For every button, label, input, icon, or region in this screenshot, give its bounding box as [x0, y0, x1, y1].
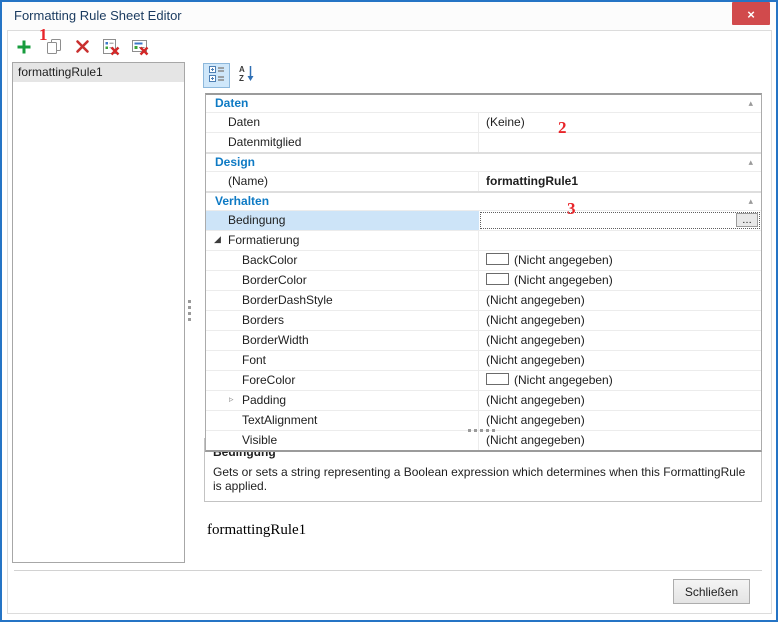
rules-toolbar — [12, 36, 152, 60]
category-design[interactable]: Design ▴ — [206, 152, 761, 171]
row-name[interactable]: (Name) formattingRule1 — [206, 171, 761, 191]
value-backcolor[interactable]: (Nicht angegeben) — [479, 251, 761, 270]
row-textalignment[interactable]: TextAlignment (Nicht angegeben) — [206, 410, 761, 430]
window-close-button[interactable]: × — [732, 2, 770, 25]
row-backcolor[interactable]: BackColor (Nicht angegeben) — [206, 250, 761, 270]
row-daten[interactable]: Daten (Keine) — [206, 112, 761, 132]
expanded-icon[interactable]: ◢ — [214, 231, 221, 249]
row-datenmitglied[interactable]: Datenmitglied — [206, 132, 761, 152]
value-font[interactable]: (Nicht angegeben) — [479, 351, 761, 370]
row-borders[interactable]: Borders (Nicht angegeben) — [206, 310, 761, 330]
az-sort-icon: A Z — [239, 65, 255, 86]
collapse-icon[interactable]: ▴ — [748, 96, 753, 113]
color-swatch — [486, 273, 509, 285]
bedingung-editor[interactable]: … — [479, 211, 761, 230]
annotation-3: 3 — [567, 200, 576, 217]
delete-rule-from-sheet-button[interactable] — [99, 36, 123, 60]
categorized-view-button[interactable] — [203, 63, 230, 88]
dialog-title: Formatting Rule Sheet Editor — [14, 8, 182, 23]
row-padding[interactable]: ▹ Padding (Nicht angegeben) — [206, 390, 761, 410]
category-title: Verhalten — [206, 194, 269, 208]
property-grid: Daten ▴ Daten (Keine) Datenmitglied Desi… — [205, 93, 762, 452]
row-forecolor[interactable]: ForeColor (Nicht angegeben) — [206, 370, 761, 390]
vertical-splitter[interactable] — [188, 300, 192, 321]
rules-list: formattingRule1 — [12, 62, 185, 563]
property-grid-toolbar: A Z — [203, 63, 260, 88]
value-borderdashstyle[interactable]: (Nicht angegeben) — [479, 291, 761, 310]
bedingung-ellipsis-button[interactable]: … — [736, 213, 758, 227]
row-font[interactable]: Font (Nicht angegeben) — [206, 350, 761, 370]
color-swatch — [486, 253, 509, 265]
title-bar: Formatting Rule Sheet Editor — [2, 2, 776, 30]
row-borderwidth[interactable]: BorderWidth (Nicht angegeben) — [206, 330, 761, 350]
color-swatch — [486, 373, 509, 385]
svg-text:Z: Z — [239, 74, 244, 83]
row-visible[interactable]: Visible (Nicht angegeben) — [206, 430, 761, 450]
row-borderdashstyle[interactable]: BorderDashStyle (Nicht angegeben) — [206, 290, 761, 310]
row-formatierung[interactable]: ◢ Formatierung — [206, 230, 761, 250]
rule-list-item[interactable]: formattingRule1 — [13, 63, 184, 82]
formatting-rule-sheet-editor-dialog: Formatting Rule Sheet Editor × — [0, 0, 778, 622]
annotation-1: 1 — [39, 26, 48, 43]
value-visible[interactable]: (Nicht angegeben) — [479, 431, 761, 450]
collapse-icon[interactable]: ▴ — [748, 155, 753, 172]
value-borders[interactable]: (Nicht angegeben) — [479, 311, 761, 330]
collapsed-icon[interactable]: ▹ — [229, 391, 234, 409]
category-daten[interactable]: Daten ▴ — [206, 95, 761, 112]
row-bedingung[interactable]: Bedingung … — [206, 210, 761, 230]
description-text: Gets or sets a string representing a Boo… — [205, 459, 761, 493]
row-bordercolor[interactable]: BorderColor (Nicht angegeben) — [206, 270, 761, 290]
value-forecolor[interactable]: (Nicht angegeben) — [479, 371, 761, 390]
schliessen-button[interactable]: Schließen — [673, 579, 750, 604]
annotation-2: 2 — [558, 119, 567, 136]
svg-text:A: A — [239, 65, 245, 74]
alphabetical-sort-button[interactable]: A Z — [233, 63, 260, 88]
list-delete-icon — [102, 38, 120, 59]
category-title: Daten — [206, 96, 248, 110]
plus-icon — [15, 38, 33, 59]
category-verhalten[interactable]: Verhalten ▴ — [206, 191, 761, 210]
delete-rule-button[interactable] — [70, 36, 94, 60]
red-x-icon — [74, 38, 91, 58]
value-textalignment[interactable]: (Nicht angegeben) — [479, 411, 761, 430]
value-bordercolor[interactable]: (Nicht angegeben) — [479, 271, 761, 290]
value-borderwidth[interactable]: (Nicht angegeben) — [479, 331, 761, 350]
value-padding[interactable]: (Nicht angegeben) — [479, 391, 761, 410]
add-rule-button[interactable] — [12, 36, 36, 60]
value-datenmitglied[interactable] — [479, 133, 761, 152]
value-daten[interactable]: (Keine) — [479, 113, 761, 132]
value-name[interactable]: formattingRule1 — [479, 172, 761, 191]
rule-preview-text: formattingRule1 — [207, 522, 306, 539]
footer-separator — [14, 570, 762, 571]
horizontal-splitter[interactable] — [468, 429, 495, 432]
sheet-delete-icon — [131, 38, 149, 59]
collapse-icon[interactable]: ▴ — [748, 194, 753, 211]
delete-sheet-button[interactable] — [128, 36, 152, 60]
category-title: Design — [206, 155, 255, 169]
categorized-icon — [209, 66, 225, 85]
